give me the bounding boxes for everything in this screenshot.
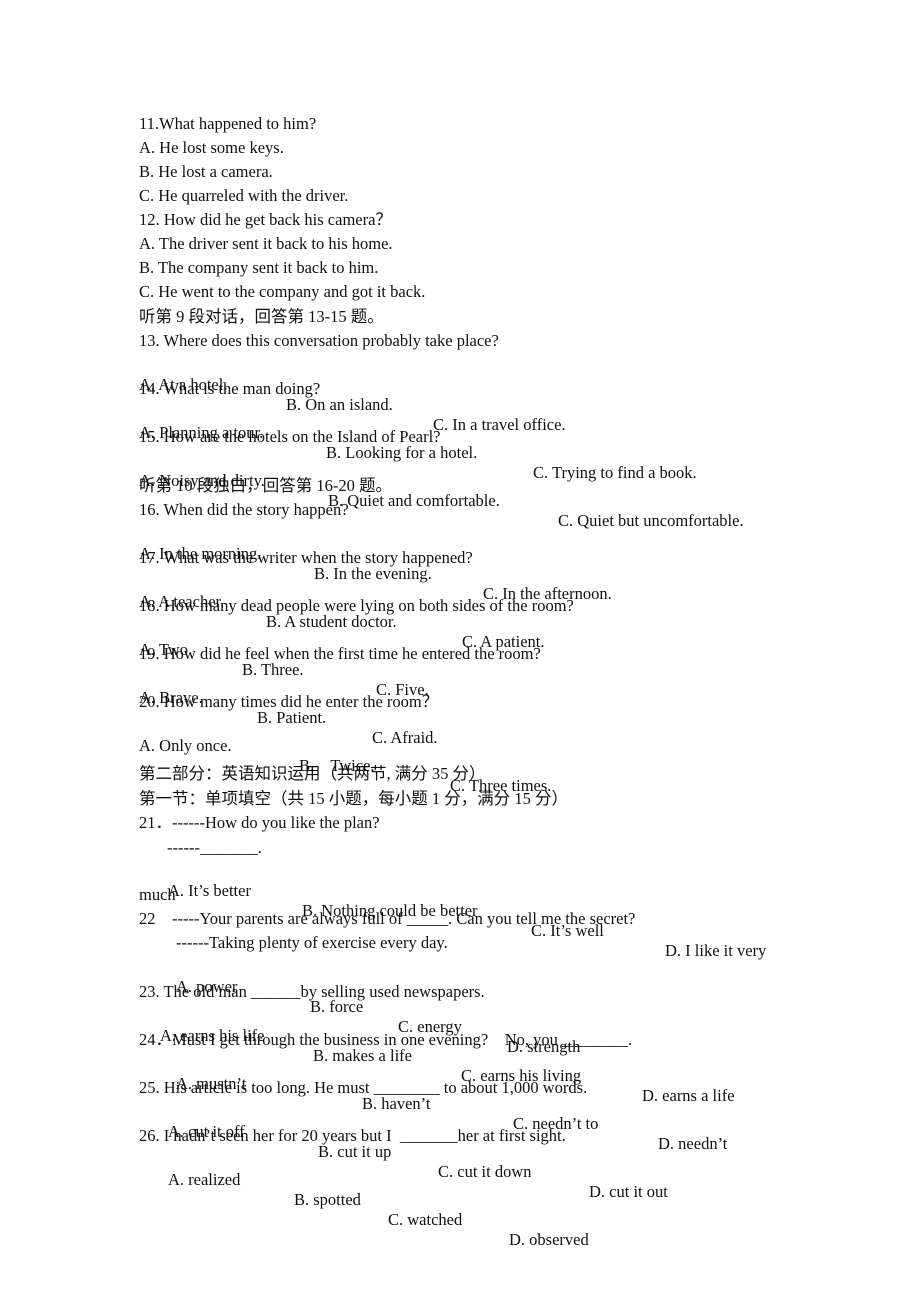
question-25-stem: 25. His article is too long. He must ___… — [139, 1078, 588, 1097]
question-21-option-a: A. It’s better — [168, 881, 251, 900]
question-22-options: A. power B. force C. energy D. strength — [139, 957, 580, 1056]
question-26-option-d: D. observed — [509, 1230, 589, 1249]
question-12-option-c: C. He went to the company and got it bac… — [139, 282, 426, 301]
question-13-options: A. At a hotel. B. On an island. C. In a … — [139, 355, 566, 434]
question-13-option-c: C. In a travel office. — [433, 415, 566, 434]
section-9-instruction: 听第 9 段对话，回答第 13-15 题。 — [139, 307, 384, 326]
question-20-option-a: A. Only once. — [139, 736, 232, 755]
question-23-option-d: D. earns a life — [642, 1086, 735, 1105]
question-15-options: A. Noisy and dirty. B. Quiet and comfort… — [139, 451, 744, 530]
question-20-options: A. Only once. B. Twice. C. Three times. — [139, 716, 551, 795]
question-26-option-a: A. realized — [168, 1170, 241, 1189]
question-21-reply: ------_______. — [167, 838, 262, 857]
question-21-option-d-continued: much — [139, 885, 176, 904]
question-12-option-a: A. The driver sent it back to his home. — [139, 234, 393, 253]
question-11-option-c: C. He quarreled with the driver. — [139, 186, 349, 205]
question-11-option-b: B. He lost a camera. — [139, 162, 273, 181]
question-17-stem: 17. What was the writer when the story h… — [139, 548, 473, 567]
question-24-options: A. mustn’t B. haven’t C. needn’t to D. n… — [139, 1054, 727, 1153]
question-20-stem: 20. How many times did he enter the room… — [139, 692, 439, 711]
part-2-heading: 第二部分：英语知识运用（共两节, 满分 35 分） — [139, 764, 486, 783]
question-22-stem: 22 -----Your parents are always full of … — [139, 909, 636, 928]
question-26-option-c: C. watched — [388, 1210, 463, 1229]
section-10-instruction: 听第 10 段独白，回答第 16-20 题。 — [139, 476, 392, 495]
question-13-stem: 13. Where does this conversation probabl… — [139, 331, 499, 350]
question-15-stem: 15. How are the hotels on the Island of … — [139, 427, 441, 446]
question-23-stem: 23. The old man ______by selling used ne… — [139, 982, 485, 1001]
question-26-option-b: B. spotted — [294, 1190, 361, 1209]
question-26-stem: 26. I hadn’t seen her for 20 years but I… — [139, 1126, 566, 1145]
question-12-option-b: B. The company sent it back to him. — [139, 258, 379, 277]
question-19-option-c: C. Afraid. — [372, 728, 438, 747]
question-18-stem: 18. How many dead people were lying on b… — [139, 596, 574, 615]
question-11-stem: 11.What happened to him? — [139, 114, 317, 133]
question-14-option-c: C. Trying to find a book. — [533, 463, 697, 482]
question-24-stem: 24．Must I get through the business in on… — [139, 1030, 633, 1049]
question-26-options: A. realized B. spotted C. watched D. obs… — [139, 1150, 589, 1249]
question-14-stem: 14. What is the man doing? — [139, 379, 321, 398]
question-23-options: A. earns his life B. makes a life C. ear… — [139, 1006, 735, 1105]
question-11-option-a: A. He lost some keys. — [139, 138, 284, 157]
question-12-stem: 12. How did he get back his camera？ — [139, 210, 392, 229]
question-16-stem: 16. When did the story happen? — [139, 500, 349, 519]
question-15-option-c: C. Quiet but uncomfortable. — [558, 511, 744, 530]
question-21-option-d: D. I like it very — [665, 941, 767, 960]
question-19-options: A. Brave. B. Patient. C. Afraid. — [139, 668, 438, 747]
question-25-option-c: C. cut it down — [438, 1162, 532, 1181]
document-page: 11.What happened to him? A. He lost some… — [0, 0, 920, 1302]
question-14-options: A. Planning a tour. B. Looking for a hot… — [139, 403, 697, 482]
question-21-options: A. It’s better B. Nothing could be bette… — [139, 861, 766, 960]
question-24-option-d: D. needn’t — [658, 1134, 728, 1153]
question-25-options: A. cut it off B. cut it up C. cut it dow… — [139, 1102, 668, 1201]
question-18-options: A. Two B. Three. C. Five. — [139, 620, 429, 699]
question-22-reply: ------Taking plenty of exercise every da… — [176, 933, 448, 952]
question-16-options: A. In the morning. B. In the evening. C.… — [139, 524, 612, 603]
question-21-stem: 21．------How do you like the plan? — [139, 813, 380, 832]
question-25-option-d: D. cut it out — [589, 1182, 668, 1201]
question-17-options: A. A teacher. B. A student doctor. C. A … — [139, 572, 545, 651]
question-19-stem: 19. How did he feel when the first time … — [139, 644, 541, 663]
section-1-subheading: 第一节：单项填空（共 15 小题，每小题 1 分，满分 15 分） — [139, 789, 568, 808]
